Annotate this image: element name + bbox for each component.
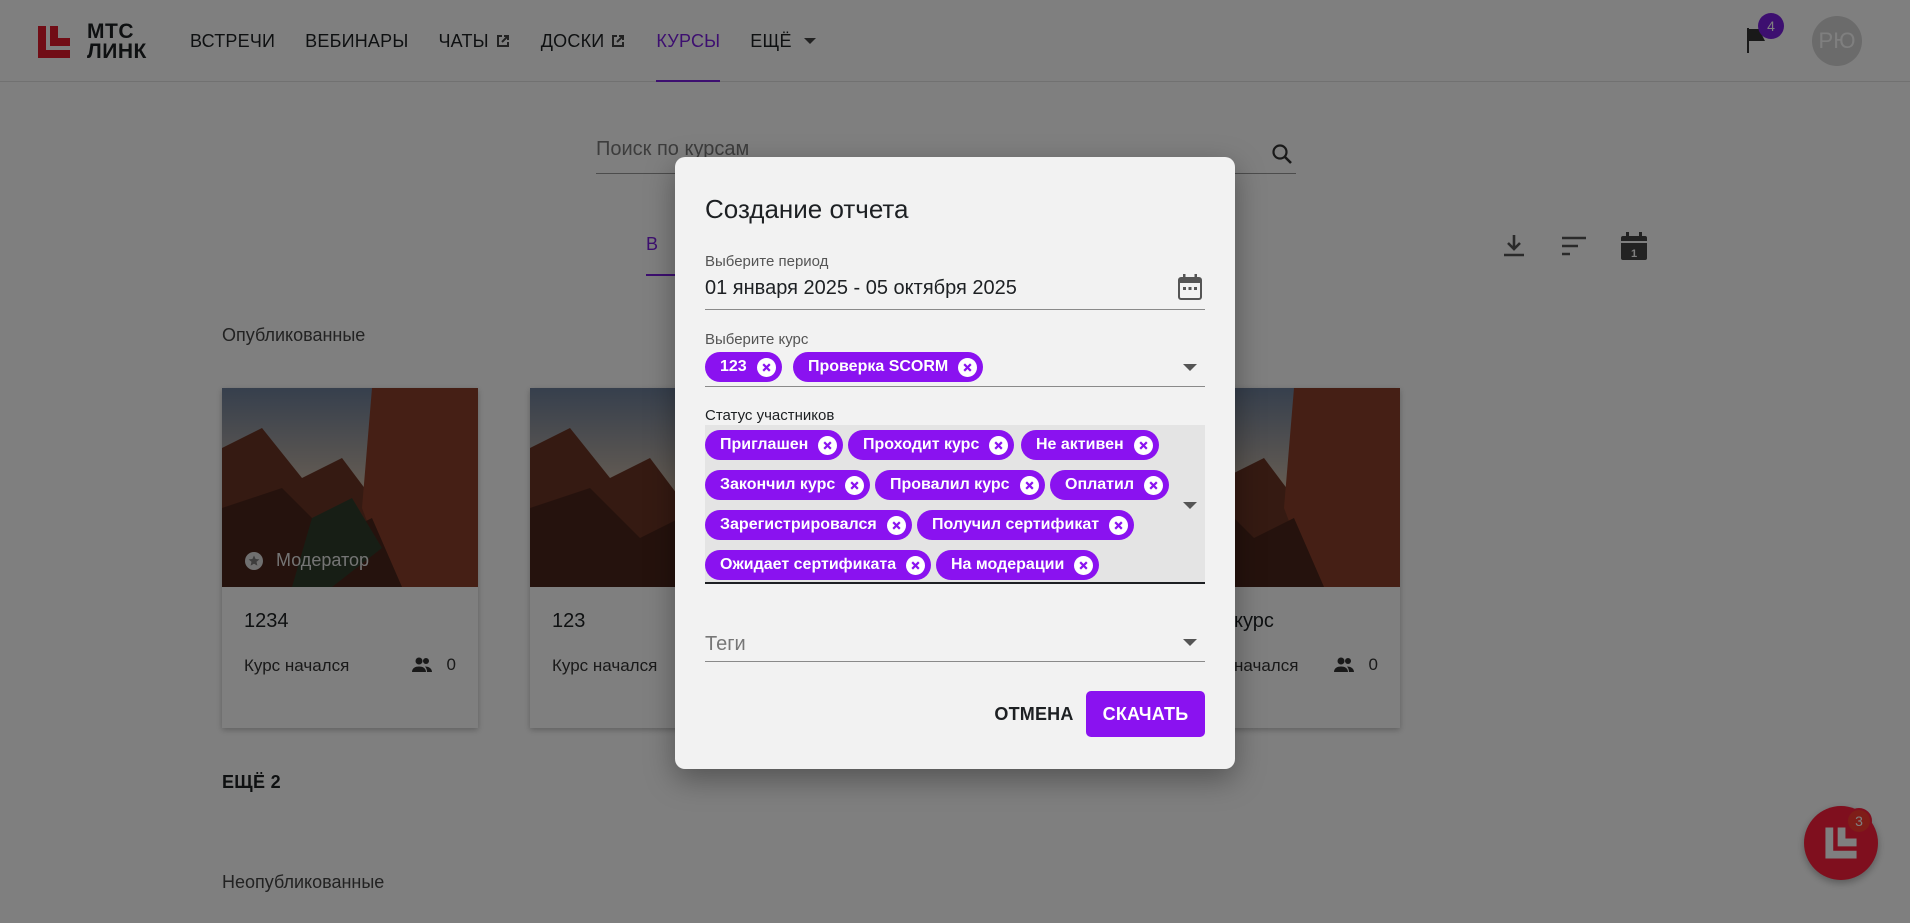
status-chip[interactable]: Закончил курс: [705, 470, 871, 500]
tags-select[interactable]: Теги: [705, 633, 746, 656]
status-dropdown-arrow-icon[interactable]: [1183, 502, 1197, 509]
course-chip[interactable]: Проверка SCORM: [793, 352, 984, 382]
period-underline: [705, 309, 1205, 310]
dialog-title: Создание отчета: [705, 194, 909, 224]
status-chip[interactable]: Ожидает сертификата: [705, 550, 932, 580]
course-chip[interactable]: 123: [705, 352, 782, 382]
chip-remove-icon[interactable]: [756, 357, 776, 377]
status-chip[interactable]: Приглашен: [705, 430, 844, 460]
chip-remove-icon[interactable]: [989, 435, 1009, 455]
chip-remove-icon[interactable]: [906, 555, 926, 575]
status-chip[interactable]: Получил сертификат: [917, 510, 1135, 540]
status-chip[interactable]: Провалил курс: [875, 470, 1045, 500]
chip-remove-icon[interactable]: [1074, 555, 1094, 575]
course-underline: [705, 386, 1205, 387]
status-label: Статус участников: [705, 407, 835, 424]
chip-remove-icon[interactable]: [1133, 435, 1153, 455]
chip-remove-icon[interactable]: [886, 515, 906, 535]
course-label: Выберите курс: [705, 331, 809, 348]
status-chip[interactable]: Проходит курс: [848, 430, 1015, 460]
tags-underline: [705, 661, 1205, 662]
status-chip[interactable]: На модерации: [936, 550, 1100, 580]
calendar-icon[interactable]: [1177, 273, 1203, 301]
course-dropdown-arrow-icon[interactable]: [1183, 364, 1197, 371]
period-label: Выберите период: [705, 253, 829, 270]
tags-dropdown-arrow-icon[interactable]: [1183, 639, 1197, 646]
status-chip[interactable]: Оплатил: [1050, 470, 1170, 500]
chip-remove-icon[interactable]: [1019, 475, 1039, 495]
cancel-button[interactable]: ОТМЕНА: [972, 691, 1096, 737]
period-field[interactable]: 01 января 2025 - 05 октября 2025: [705, 277, 1017, 300]
chip-remove-icon[interactable]: [818, 435, 838, 455]
status-chip[interactable]: Зарегистрировался: [705, 510, 912, 540]
chip-remove-icon[interactable]: [958, 357, 978, 377]
download-button[interactable]: СКАЧАТЬ: [1086, 691, 1205, 737]
chip-remove-icon[interactable]: [1144, 475, 1164, 495]
status-chip[interactable]: Не активен: [1021, 430, 1159, 460]
chip-remove-icon[interactable]: [1109, 515, 1129, 535]
chip-remove-icon[interactable]: [845, 475, 865, 495]
report-dialog: Создание отчета Выберите период 01 январ…: [675, 157, 1235, 769]
